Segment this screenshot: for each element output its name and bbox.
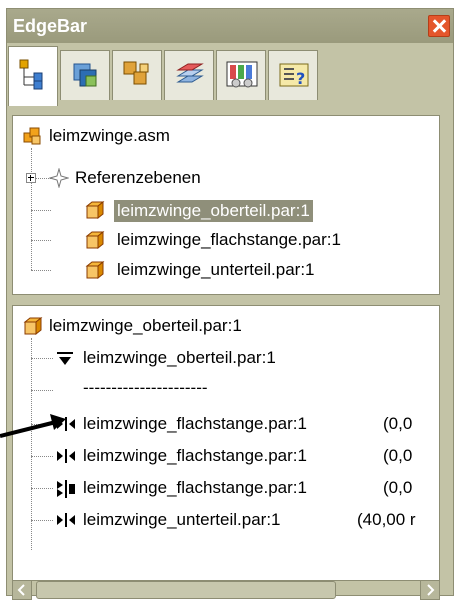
tree-line (31, 520, 53, 521)
title-bar: EdgeBar (7, 9, 453, 43)
tree-line (31, 358, 53, 359)
tree-item-extra: (40,00 r (357, 510, 416, 529)
tab-properties[interactable] (216, 50, 266, 100)
tab-help[interactable]: ? (268, 50, 318, 100)
properties-icon (226, 61, 258, 88)
part-icon (23, 316, 43, 336)
tree-item-label[interactable]: leimzwinge_oberteil.par:1 (83, 348, 276, 368)
layers-icon (73, 63, 97, 87)
tree-item-extra: (0,0 (383, 478, 413, 497)
tree-item-label[interactable]: leimzwinge_flachstange.par:1 (83, 446, 307, 466)
reference-planes-icon (49, 168, 69, 188)
tree-root-label[interactable]: leimzwinge_oberteil.par:1 (49, 316, 242, 336)
expand-toggle[interactable] (26, 173, 36, 183)
tree-line (31, 488, 53, 489)
annotation-arrow-icon (0, 414, 66, 438)
tree-item-label-selected[interactable]: leimzwinge_oberteil.par:1 (114, 200, 313, 222)
tree-item-label[interactable]: Referenzebenen (75, 168, 201, 188)
chevron-left-icon (17, 584, 25, 596)
ground-icon (57, 352, 73, 365)
tab-layers[interactable] (60, 50, 110, 100)
part-icon (85, 230, 105, 250)
help-icon: ? (279, 63, 309, 88)
relationships-tree: leimzwinge_oberteil.par:1 leimzwinge_obe… (12, 305, 440, 581)
tree-root-label[interactable]: leimzwinge.asm (49, 126, 170, 146)
part-icon (85, 260, 105, 280)
mate-icon (57, 513, 75, 527)
tab-pathfinder[interactable] (8, 46, 58, 106)
horizontal-scrollbar[interactable] (12, 580, 440, 600)
tree-line (31, 240, 51, 241)
assembly-tree: leimzwinge.asm Referenzebenen leimzwinge… (12, 115, 440, 295)
tree-item-label[interactable]: leimzwinge_flachstange.par:1 (117, 230, 341, 250)
tree-item-label[interactable]: leimzwinge_unterteil.par:1 (83, 510, 281, 530)
tab-assembly[interactable] (112, 50, 162, 100)
assembly-icon (123, 61, 149, 85)
tree-line (31, 210, 51, 211)
tree-item-label[interactable]: leimzwinge_flachstange.par:1 (83, 478, 307, 498)
chevron-right-icon (427, 584, 435, 596)
mate-icon (57, 449, 75, 463)
tree-item-extra: (0,0 (383, 414, 413, 433)
assembly-icon (23, 127, 41, 145)
part-icon (85, 200, 105, 220)
window-title: EdgeBar (13, 16, 88, 36)
pathfinder-icon (19, 59, 43, 90)
tree-item-label[interactable]: leimzwinge_flachstange.par:1 (83, 414, 307, 434)
tree-line (31, 390, 53, 391)
tree-item-extra: (0,0 (383, 446, 413, 465)
separator-label: ---------------------- (83, 378, 208, 397)
scroll-left-button[interactable] (12, 580, 32, 600)
scroll-right-button[interactable] (420, 580, 440, 600)
svg-text:?: ? (296, 69, 305, 88)
tab-sheets[interactable] (164, 50, 214, 100)
tree-line (31, 338, 32, 550)
close-button[interactable] (428, 15, 450, 37)
tree-line (31, 270, 51, 271)
tree-line (31, 456, 53, 457)
sheets-icon (176, 63, 204, 83)
tree-line (31, 148, 32, 270)
align-icon (57, 480, 75, 498)
tree-item-label[interactable]: leimzwinge_unterteil.par:1 (117, 260, 315, 280)
scroll-thumb[interactable] (36, 581, 336, 599)
